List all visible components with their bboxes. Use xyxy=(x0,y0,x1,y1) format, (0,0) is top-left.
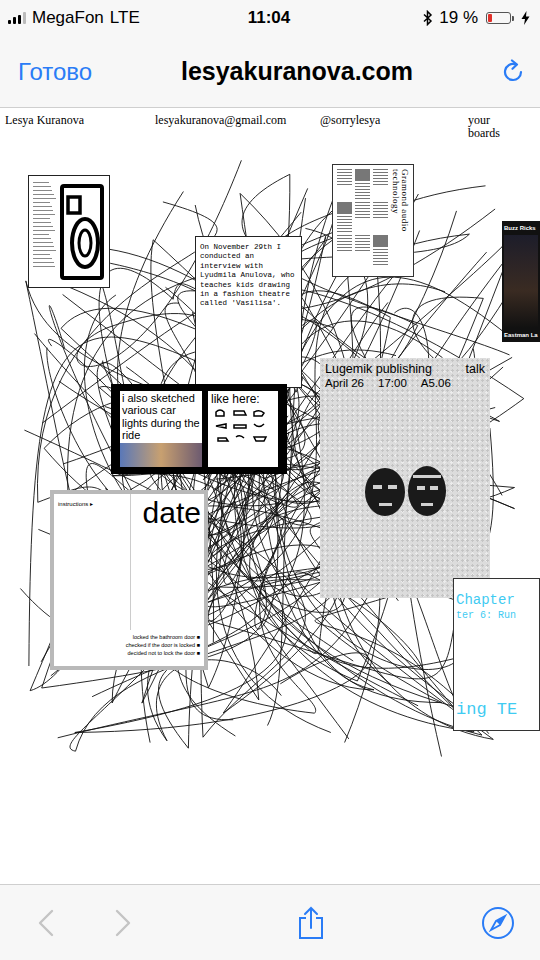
charging-icon xyxy=(521,11,530,25)
status-bar: MegaFon LTE 11:04 19 % xyxy=(0,0,540,36)
poster-tag: talk xyxy=(466,362,485,377)
newspaper-photo xyxy=(337,202,352,214)
zine-small-text: instructions ▸ xyxy=(58,501,93,507)
note-card[interactable]: On November 29th I conducted an intervie… xyxy=(195,236,302,388)
network-type: LTE xyxy=(110,8,140,28)
bluetooth-icon xyxy=(423,10,433,26)
status-right: 19 % xyxy=(290,8,530,28)
clock: 11:04 xyxy=(248,8,291,28)
poster-detail: April 26 xyxy=(325,377,364,391)
newspaper-page xyxy=(337,169,388,272)
chapter-text: ter 6: Run xyxy=(456,610,537,622)
safari-window: MegaFon LTE 11:04 19 % Готовоlesyakuranova.… xyxy=(0,0,540,960)
sketch-caption: like here: xyxy=(211,393,275,406)
poster-photo xyxy=(504,235,538,328)
sketch-panel: like here: xyxy=(208,391,278,467)
email-link[interactable]: lesyakuranova@gmail.com xyxy=(155,114,320,140)
newspaper-photo xyxy=(373,235,388,247)
poster-detail: A5.06 xyxy=(421,377,451,391)
poster-title: Lugemik publishing xyxy=(325,362,432,377)
battery-icon xyxy=(486,12,511,24)
handle-link[interactable]: @sorrylesya xyxy=(320,114,468,140)
back-arrow-icon xyxy=(26,903,66,943)
battery-percent: 19 % xyxy=(439,8,478,28)
zine-card[interactable]: instructions ▸ date locked the bathroom do… xyxy=(50,490,208,670)
sketch-text: i also sketched various car lights durin… xyxy=(120,391,202,443)
done-button[interactable]: Готово xyxy=(18,58,128,86)
camera-drawing-icon xyxy=(59,182,105,281)
web-page: Lesya Kuranovalesyakuranova@gmail.com@so… xyxy=(0,108,540,884)
toolbar xyxy=(0,884,540,960)
newspaper-photo xyxy=(355,169,370,181)
dark-card[interactable]: Buzz Ricks Eastman La xyxy=(502,221,540,342)
navigation-bar: Готовоlesyakuranova.com xyxy=(0,36,540,108)
compass-icon[interactable] xyxy=(478,903,518,943)
poster-card[interactable]: Lugemik publishing talk April 26 17:00 A5.06 xyxy=(320,358,490,598)
carrier: MegaFon xyxy=(32,8,104,28)
address-field[interactable]: lesyakuranova.com xyxy=(128,57,486,86)
poster-details: April 26 17:00 A5.06 xyxy=(325,377,485,391)
newspaper-card[interactable]: Gramond audio technology xyxy=(332,164,414,277)
chapter-text: Chapter xyxy=(456,593,537,608)
sketch-card[interactable]: i also sketched various car lights durin… xyxy=(111,384,287,474)
reload-icon[interactable] xyxy=(486,59,526,85)
zine-left-page: instructions ▸ xyxy=(54,494,130,630)
poster-line: Eastman La xyxy=(504,332,538,338)
car-photo xyxy=(120,443,202,467)
share-icon[interactable] xyxy=(291,903,331,943)
zine-line: checked if the door is locked ■ xyxy=(126,642,200,650)
zine-spread: instructions ▸ date xyxy=(54,494,204,630)
zine-right-page: date xyxy=(130,494,205,630)
newspaper-title: Gramond audio technology xyxy=(391,169,409,272)
zine-list: locked the bathroom door ■checked if the… xyxy=(54,630,204,666)
boards-link[interactable]: your boards xyxy=(468,114,518,140)
battery-fill xyxy=(488,14,492,22)
pixel-card[interactable]: Chapter ter 6: Run ing TE xyxy=(453,578,540,731)
zine-title: date xyxy=(143,496,201,529)
page-header: Lesya Kuranovalesyakuranova@gmail.com@so… xyxy=(0,108,540,140)
two-faces-icon xyxy=(355,461,455,523)
poster-title-row: Lugemik publishing talk xyxy=(325,362,485,377)
zine-line: decided not to lock the door ■ xyxy=(128,650,200,658)
text-column xyxy=(33,182,56,281)
chapter-text: ing TE xyxy=(456,701,537,720)
poster-line: Buzz Ricks xyxy=(504,225,538,231)
status-left: MegaFon LTE xyxy=(8,8,248,28)
sketch-panel: i also sketched various car lights durin… xyxy=(120,391,202,467)
document-card[interactable] xyxy=(28,175,110,288)
site-name: Lesya Kuranova xyxy=(5,114,155,140)
poster-detail: 17:00 xyxy=(378,377,407,391)
car-lights-sketch-icon xyxy=(211,406,275,446)
signal-icon xyxy=(8,12,26,24)
zine-line: locked the bathroom door ■ xyxy=(133,634,200,642)
note-text: On November 29th I conducted an intervie… xyxy=(200,243,297,309)
forward-arrow-icon xyxy=(103,903,143,943)
poster-art xyxy=(325,391,485,594)
